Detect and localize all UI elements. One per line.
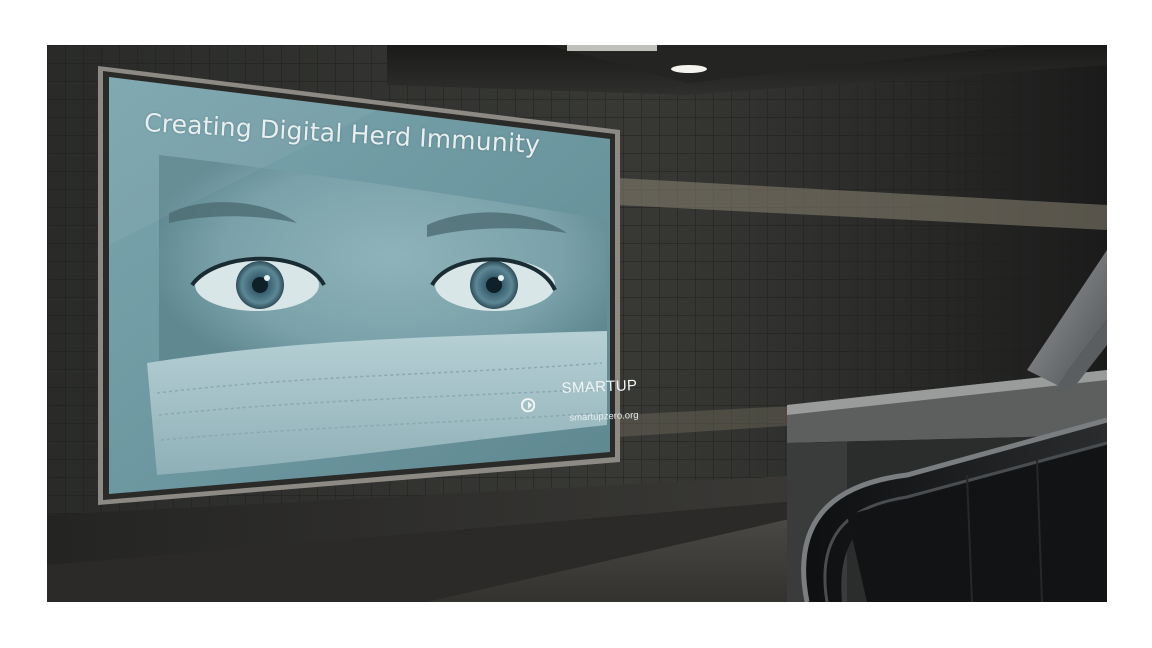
photo: Creating Digital Herd Immunity SMARTUP s…: [47, 45, 1107, 602]
scene-illustration: [47, 45, 1107, 602]
